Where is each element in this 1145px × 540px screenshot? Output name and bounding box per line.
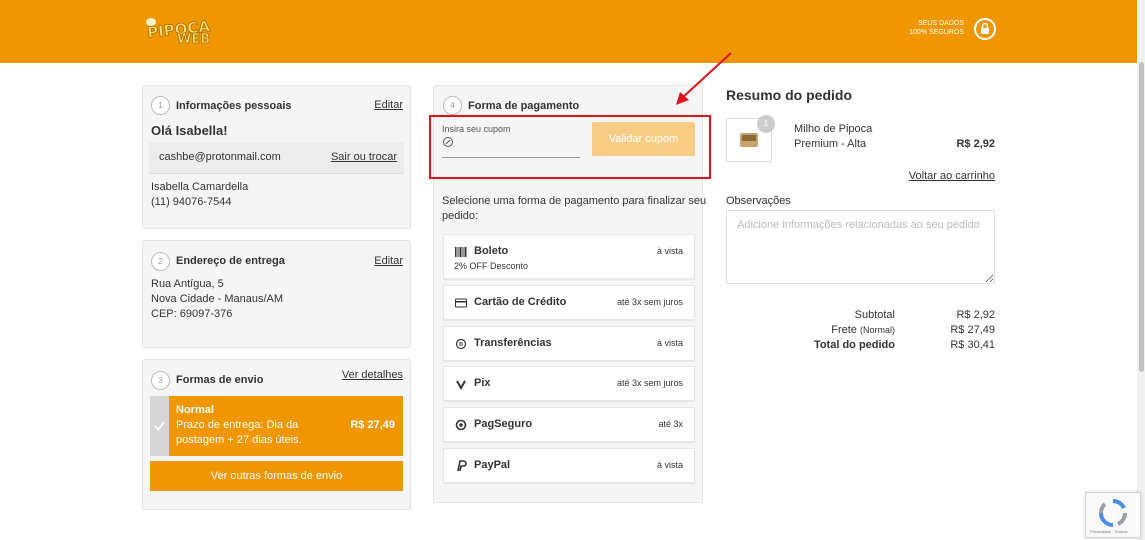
edit-personal-link[interactable]: Editar (374, 99, 403, 111)
step-number: 3 (151, 371, 170, 390)
lock-icon (974, 18, 996, 40)
observations-label: Observações (726, 195, 791, 207)
user-name: Isabella Camardella (151, 181, 249, 193)
payment-method-credit-card[interactable]: Cartão de Crédito até 3x sem juros (443, 285, 695, 320)
header-bar: PIPOCA WEB SEUS DADOS 100% SEGUROS (0, 0, 1137, 63)
address-line-1: Rua Antígua, 5 (151, 278, 224, 290)
freight-label-group: Frete (Normal) (831, 324, 895, 336)
credit-card-icon (455, 298, 467, 308)
coupon-highlight-box (429, 115, 711, 179)
barcode-icon (455, 247, 467, 257)
paypal-icon (457, 460, 467, 472)
svg-text:WEB: WEB (177, 32, 210, 44)
recaptcha-icon (1098, 498, 1128, 527)
pipoca-web-logo[interactable]: PIPOCA WEB (143, 12, 223, 48)
payment-method-condition: até 3x (658, 419, 683, 429)
payment-method-condition: à vista (656, 460, 683, 470)
subtotal-row: Subtotal R$ 2,92 (726, 309, 995, 324)
user-email: cashbe@protonmail.com (159, 151, 281, 163)
freight-note: (Normal) (860, 325, 895, 335)
delivery-address-card: 2 Endereço de entrega Editar Rua Antígua… (142, 240, 411, 348)
subtotal-label: Subtotal (854, 309, 895, 321)
email-box: cashbe@protonmail.com Sair ou trocar (149, 142, 404, 174)
shipping-option-normal[interactable]: Normal Prazo de entrega: Dia da postagem… (150, 396, 403, 456)
total-value: R$ 30,41 (950, 339, 995, 351)
payment-instruction-1: Selecione uma forma de pagamento para fi… (442, 195, 707, 207)
shipping-option-name: Normal (176, 404, 214, 416)
product-quantity-badge: 1 (757, 115, 775, 133)
observations-textarea[interactable] (726, 210, 995, 284)
order-summary-title: Resumo do pedido (726, 87, 852, 103)
user-phone: (11) 94076-7544 (151, 196, 232, 208)
shipping-methods-title: Formas de envio (176, 374, 264, 386)
payment-method-paypal[interactable]: PayPal à vista (443, 448, 695, 483)
logout-link[interactable]: Sair ou trocar (331, 151, 397, 163)
personal-info-title: Informações pessoais (176, 100, 292, 112)
product-name-1: Milho de Pipoca (794, 123, 873, 135)
edit-address-link[interactable]: Editar (374, 255, 403, 267)
shipping-methods-card: 3 Formas de envio Ver detalhes Normal Pr… (142, 359, 411, 510)
check-icon (154, 421, 165, 431)
shipping-option-price: R$ 27,49 (350, 419, 395, 431)
recaptcha-badge[interactable]: Privacidade - Termos (1085, 492, 1141, 538)
address-line-2: Nova Cidade - Manaus/AM (151, 293, 284, 305)
payment-method-name: Boleto (474, 245, 509, 257)
payment-method-condition: até 3x sem juros (616, 297, 683, 307)
step-number: 1 (151, 96, 170, 115)
address-cep: CEP: 69097-376 (151, 308, 233, 320)
payment-method-condition: à vista (656, 338, 683, 348)
payment-method-discount: 2% OFF Desconto (454, 261, 529, 271)
payment-method-name: Cartão de Crédito (474, 296, 567, 308)
step-number: 4 (443, 96, 462, 115)
shipping-option-desc-2: postagem + 27 dias úteis. (176, 434, 302, 446)
subtotal-value: R$ 2,92 (956, 309, 995, 321)
personal-info-card: 1 Informações pessoais Editar Olá Isabel… (142, 85, 411, 229)
secure-data-text: SEUS DADOS 100% SEGUROS (909, 19, 964, 37)
payment-method-condition: à vista (656, 246, 683, 256)
payment-method-name: Transferências (474, 337, 552, 349)
shipping-option-desc-1: Prazo de entrega: Dia da (176, 419, 299, 431)
greeting-text: Olá Isabella! (151, 123, 228, 138)
payment-method-boleto[interactable]: Boleto 2% OFF Desconto à vista (443, 234, 695, 279)
transfer-icon (455, 338, 467, 350)
total-row: Total do pedido R$ 30,41 (726, 339, 995, 354)
step-number: 2 (151, 252, 170, 271)
other-shipping-button[interactable]: Ver outras formas de envio (150, 461, 403, 491)
total-label: Total do pedido (813, 339, 895, 351)
pix-icon (456, 380, 466, 390)
secure-data-badge: SEUS DADOS 100% SEGUROS (896, 18, 996, 42)
payment-method-pix[interactable]: Pix até 3x sem juros (443, 366, 695, 401)
back-to-cart-link[interactable]: Voltar ao carrinho (909, 170, 995, 182)
shipping-option-checkbox[interactable] (150, 396, 169, 456)
freight-label: Frete (831, 324, 857, 336)
delivery-address-title: Endereço de entrega (176, 255, 285, 267)
freight-value: R$ 27,49 (950, 324, 995, 336)
payment-method-name: PagSeguro (474, 418, 533, 430)
scrollbar-thumb[interactable] (1139, 62, 1144, 372)
freight-row: Frete (Normal) R$ 27,49 (726, 324, 995, 339)
secure-line-1: SEUS DADOS (918, 20, 964, 27)
secure-line-2: 100% SEGUROS (909, 29, 964, 36)
payment-method-transfer[interactable]: Transferências à vista (443, 326, 695, 361)
payment-method-pagseguro[interactable]: PagSeguro até 3x (443, 407, 695, 442)
pagseguro-icon (455, 419, 467, 431)
payment-method-name: PayPal (474, 459, 511, 471)
payment-title: Forma de pagamento (468, 100, 580, 112)
payment-instruction-2: pedido: (442, 210, 479, 222)
product-name-2: Premium - Alta (794, 138, 867, 150)
product-price: R$ 2,92 (956, 138, 995, 150)
recaptcha-links[interactable]: Privacidade - Termos (1090, 529, 1128, 534)
payment-method-name: Pix (474, 377, 491, 389)
shipping-details-link[interactable]: Ver detalhes (342, 369, 403, 381)
payment-method-condition: até 3x sem juros (616, 378, 683, 388)
